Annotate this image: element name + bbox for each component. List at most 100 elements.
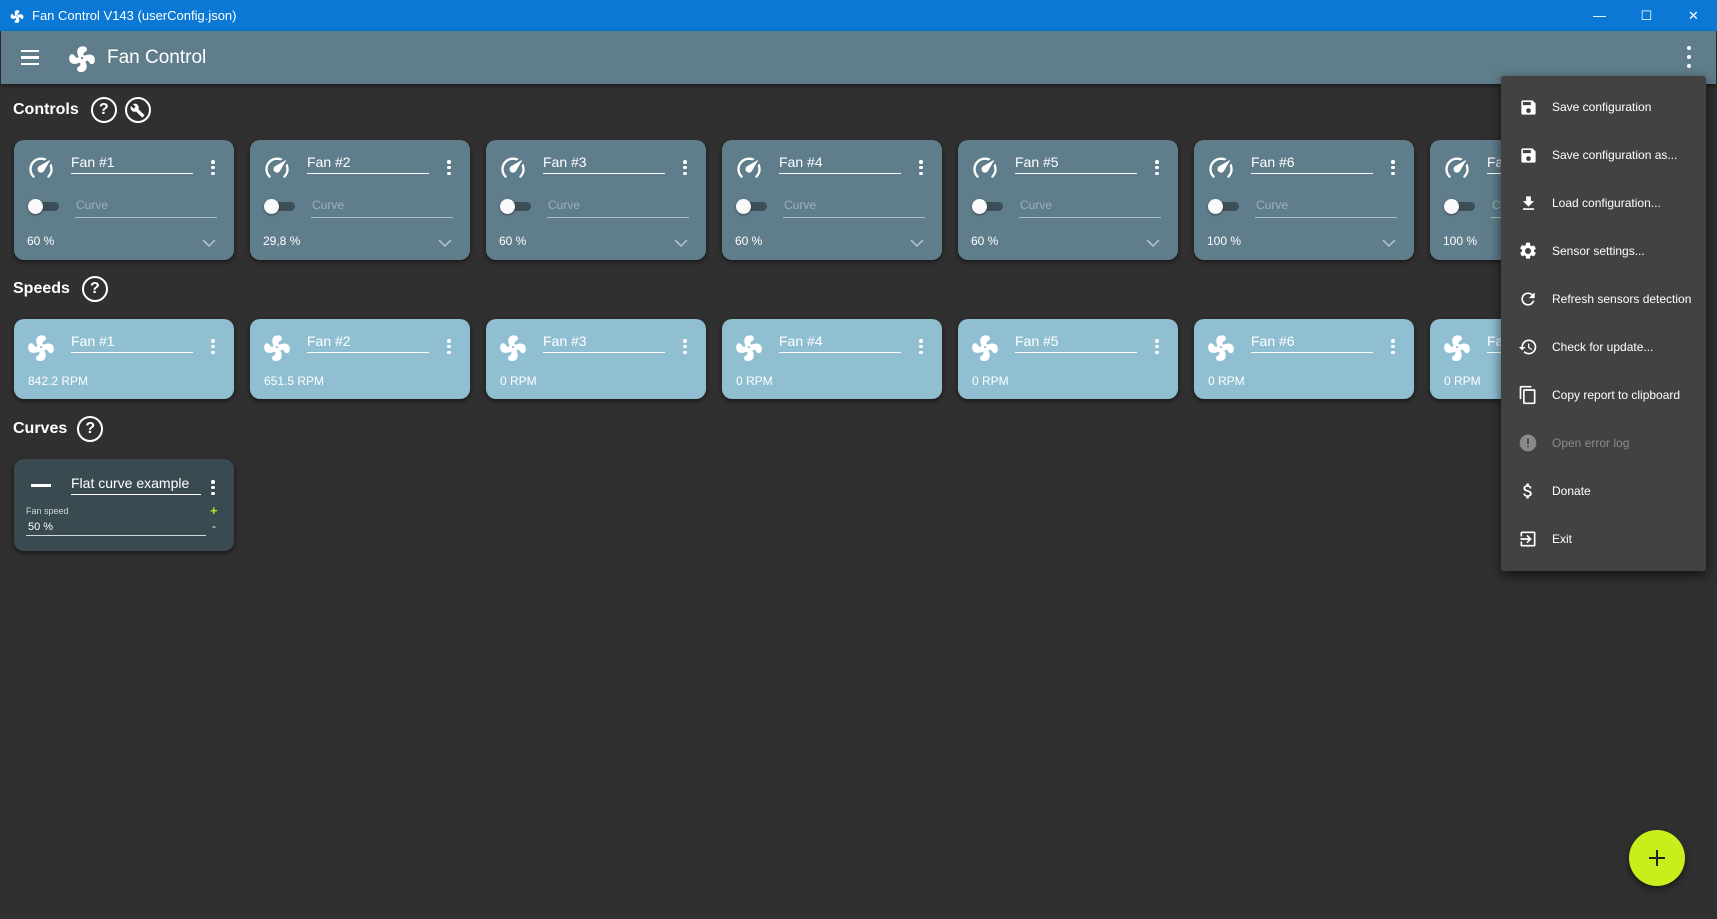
control-name[interactable]: Fan #6 xyxy=(1251,154,1373,174)
speed-options-icon[interactable] xyxy=(919,339,923,354)
menu-item-label: Save configuration xyxy=(1552,100,1652,114)
speed-options-icon[interactable] xyxy=(1155,339,1159,354)
speed-card[interactable]: Fan #4 0 RPM xyxy=(722,319,942,399)
speed-sensor-name[interactable]: Fan #3 xyxy=(543,333,665,353)
speeds-title: Speeds xyxy=(13,280,70,297)
curve-name[interactable]: Flat curve example xyxy=(71,475,201,495)
chevron-down-icon[interactable] xyxy=(1382,235,1396,248)
control-card[interactable]: Fan #3 Curve 60 % xyxy=(486,140,706,260)
curve-options-icon[interactable] xyxy=(211,480,215,495)
chevron-down-icon[interactable] xyxy=(910,235,924,248)
curve-select[interactable]: Curve xyxy=(311,198,453,218)
speed-sensor-name[interactable]: Fan #5 xyxy=(1015,333,1137,353)
speed-card[interactable]: Fan #1 842.2 RPM xyxy=(14,319,234,399)
menu-item-check-for-update[interactable]: Check for update... xyxy=(1501,323,1706,371)
rpm-value: 651.5 RPM xyxy=(264,374,325,388)
control-options-icon[interactable] xyxy=(447,160,451,175)
help-icon[interactable]: ? xyxy=(90,97,117,123)
menu-item-sensor-settings[interactable]: Sensor settings... xyxy=(1501,227,1706,275)
curve-select[interactable]: Curve xyxy=(1019,198,1161,218)
add-button[interactable] xyxy=(1629,830,1685,886)
speedometer-icon xyxy=(734,153,764,183)
speed-sensor-name[interactable]: Fan #2 xyxy=(307,333,429,353)
chevron-down-icon[interactable] xyxy=(202,235,216,248)
control-card[interactable]: Fan #6 Curve 100 % xyxy=(1194,140,1414,260)
control-name[interactable]: Fan #5 xyxy=(1015,154,1137,174)
menu-item-load-configuration[interactable]: Load configuration... xyxy=(1501,179,1706,227)
control-enable-toggle[interactable] xyxy=(500,199,531,214)
speed-options-icon[interactable] xyxy=(447,339,451,354)
menu-item-label: Copy report to clipboard xyxy=(1552,388,1681,402)
help-icon[interactable]: ? xyxy=(81,276,108,302)
rpm-value: 0 RPM xyxy=(736,374,773,388)
menu-item-label: Exit xyxy=(1552,532,1573,546)
maximize-button[interactable]: ☐ xyxy=(1623,0,1670,31)
minimize-button[interactable]: — xyxy=(1576,0,1623,31)
chevron-down-icon[interactable] xyxy=(438,235,452,248)
fan-speed-input[interactable]: 50 % xyxy=(26,521,206,536)
control-options-icon[interactable] xyxy=(211,160,215,175)
speed-sensor-name[interactable]: Fan #4 xyxy=(779,333,901,353)
speed-options-icon[interactable] xyxy=(683,339,687,354)
alert-icon xyxy=(1517,432,1539,454)
window-title: Fan Control V143 (userConfig.json) xyxy=(32,8,237,23)
control-card[interactable]: Fan #1 Curve 60 % xyxy=(14,140,234,260)
hamburger-menu-icon[interactable] xyxy=(18,46,42,70)
speedometer-icon xyxy=(26,153,56,183)
exit-icon xyxy=(1517,528,1539,550)
curve-select[interactable]: Curve xyxy=(1255,198,1397,218)
fan-icon xyxy=(9,8,25,24)
speed-sensor-name[interactable]: Fan #6 xyxy=(1251,333,1373,353)
speedometer-icon xyxy=(1442,153,1472,183)
control-options-icon[interactable] xyxy=(1391,160,1395,175)
decrement-button[interactable]: - xyxy=(212,519,216,533)
speed-card[interactable]: Fan #6 0 RPM xyxy=(1194,319,1414,399)
menu-item-save-configuration[interactable]: Save configuration xyxy=(1501,83,1706,131)
speed-card[interactable]: Fan #5 0 RPM xyxy=(958,319,1178,399)
control-card[interactable]: Fan #5 Curve 60 % xyxy=(958,140,1178,260)
control-enable-toggle[interactable] xyxy=(1208,199,1239,214)
more-options-icon[interactable] xyxy=(1685,46,1693,68)
menu-item-donate[interactable]: Donate xyxy=(1501,467,1706,515)
speedometer-icon xyxy=(498,153,528,183)
curve-select[interactable]: Curve xyxy=(75,198,217,218)
history-icon xyxy=(1517,336,1539,358)
control-enable-toggle[interactable] xyxy=(264,199,295,214)
menu-item-refresh-sensors[interactable]: Refresh sensors detection xyxy=(1501,275,1706,323)
control-card[interactable]: Fan #4 Curve 60 % xyxy=(722,140,942,260)
speed-options-icon[interactable] xyxy=(1391,339,1395,354)
rpm-value: 0 RPM xyxy=(1208,374,1245,388)
increment-button[interactable]: + xyxy=(210,503,218,518)
help-icon[interactable]: ? xyxy=(77,416,104,442)
control-name[interactable]: Fan #3 xyxy=(543,154,665,174)
control-options-icon[interactable] xyxy=(919,160,923,175)
control-options-icon[interactable] xyxy=(1155,160,1159,175)
speed-sensor-name[interactable]: Fan #1 xyxy=(71,333,193,353)
speed-card[interactable]: Fan #3 0 RPM xyxy=(486,319,706,399)
menu-item-save-configuration-as[interactable]: Save configuration as... xyxy=(1501,131,1706,179)
close-button[interactable]: ✕ xyxy=(1670,0,1717,31)
controls-header: Controls ? xyxy=(13,97,151,123)
speed-options-icon[interactable] xyxy=(211,339,215,354)
control-name[interactable]: Fan #2 xyxy=(307,154,429,174)
control-enable-toggle[interactable] xyxy=(1444,199,1475,214)
control-name[interactable]: Fan #4 xyxy=(779,154,901,174)
menu-item-label: Save configuration as... xyxy=(1552,148,1678,162)
control-card[interactable]: Fan #2 Curve 29,8 % xyxy=(250,140,470,260)
chevron-down-icon[interactable] xyxy=(1146,235,1160,248)
menu-item-exit[interactable]: Exit xyxy=(1501,515,1706,563)
window-titlebar: Fan Control V143 (userConfig.json) — ☐ ✕ xyxy=(0,0,1717,31)
curve-card[interactable]: Flat curve example Fan speed 50 % + - xyxy=(14,459,234,551)
curve-select[interactable]: Curve xyxy=(783,198,925,218)
control-enable-toggle[interactable] xyxy=(972,199,1003,214)
control-options-icon[interactable] xyxy=(683,160,687,175)
curve-select[interactable]: Curve xyxy=(547,198,689,218)
gear-icon xyxy=(1517,240,1539,262)
menu-item-copy-report[interactable]: Copy report to clipboard xyxy=(1501,371,1706,419)
control-enable-toggle[interactable] xyxy=(736,199,767,214)
control-enable-toggle[interactable] xyxy=(28,199,59,214)
control-name[interactable]: Fan #1 xyxy=(71,154,193,174)
wrench-icon[interactable] xyxy=(124,97,151,123)
speed-card[interactable]: Fan #2 651.5 RPM xyxy=(250,319,470,399)
chevron-down-icon[interactable] xyxy=(674,235,688,248)
